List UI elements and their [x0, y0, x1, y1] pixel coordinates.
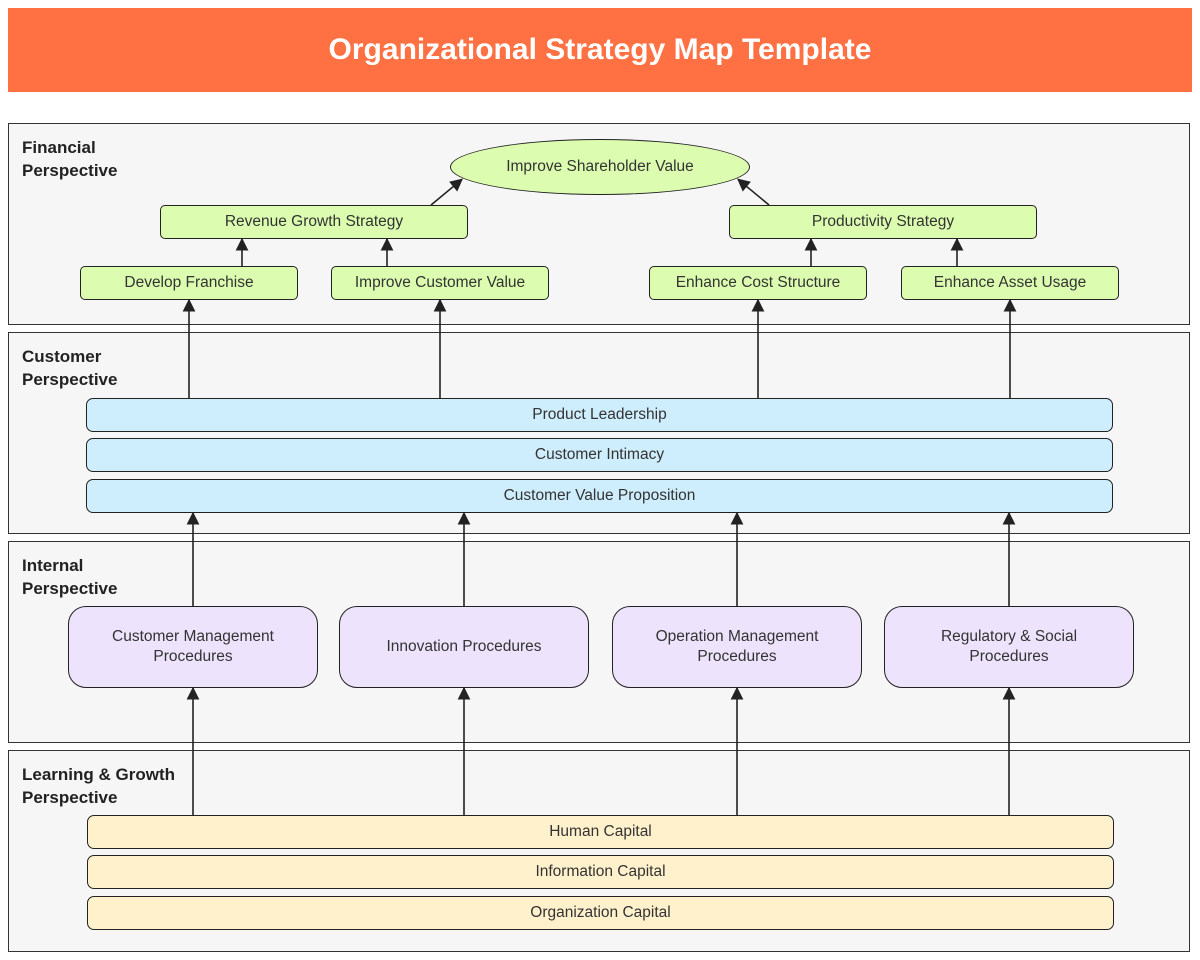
page-title: Organizational Strategy Map Template [328, 33, 872, 66]
node-innovation-procedures[interactable]: Innovation Procedures [339, 606, 589, 688]
node-productivity-strategy[interactable]: Productivity Strategy [729, 205, 1037, 239]
node-customer-management-procedures[interactable]: Customer Management Procedures [68, 606, 318, 688]
node-regulatory-social-procedures[interactable]: Regulatory & Social Procedures [884, 606, 1134, 688]
lane-label-financial: Financial Perspective [22, 138, 118, 180]
node-revenue-growth-strategy[interactable]: Revenue Growth Strategy [160, 205, 468, 239]
node-customer-value-proposition[interactable]: Customer Value Proposition [86, 479, 1113, 513]
node-enhance-asset-usage[interactable]: Enhance Asset Usage [901, 266, 1119, 300]
node-product-leadership[interactable]: Product Leadership [86, 398, 1113, 432]
lane-label-internal: Internal Perspective [22, 556, 118, 598]
node-develop-franchise[interactable]: Develop Franchise [80, 266, 298, 300]
lane-label-customer: Customer Perspective [22, 347, 118, 389]
node-information-capital[interactable]: Information Capital [87, 855, 1114, 889]
node-customer-intimacy[interactable]: Customer Intimacy [86, 438, 1113, 472]
node-operation-management-procedures[interactable]: Operation Management Procedures [612, 606, 862, 688]
node-enhance-cost-structure[interactable]: Enhance Cost Structure [649, 266, 867, 300]
node-improve-customer-value[interactable]: Improve Customer Value [331, 266, 549, 300]
node-improve-shareholder-value[interactable]: Improve Shareholder Value [450, 139, 750, 195]
node-human-capital[interactable]: Human Capital [87, 815, 1114, 849]
node-organization-capital[interactable]: Organization Capital [87, 896, 1114, 930]
lane-label-learning: Learning & Growth Perspective [22, 765, 175, 807]
title-banner: Organizational Strategy Map Template [8, 8, 1192, 92]
